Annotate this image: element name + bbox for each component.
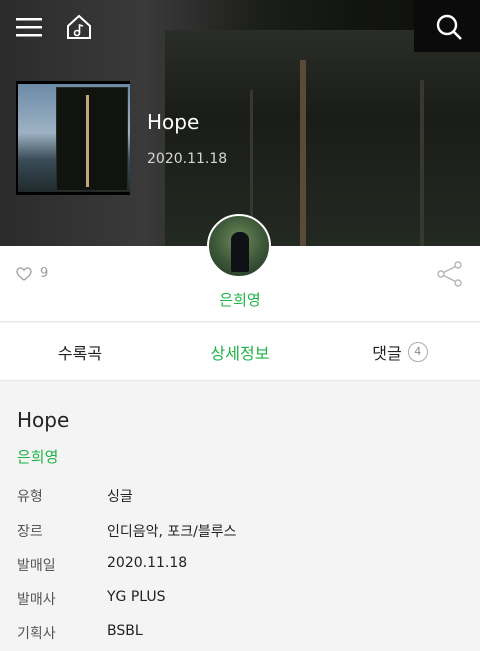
tab-comments-label: 댓글 <box>372 343 402 363</box>
detail-row-release-date: 발매일 2020.11.18 <box>17 555 187 575</box>
like-count: 9 <box>40 266 49 281</box>
tab-tracklist[interactable]: 수록곡 <box>0 323 160 380</box>
like-button[interactable]: 9 <box>16 266 48 281</box>
detail-value: YG PLUS <box>107 589 166 605</box>
detail-value: 2020.11.18 <box>107 555 188 571</box>
home-button[interactable] <box>64 12 94 42</box>
detail-row-publisher: 발매사 YG PLUS <box>17 589 166 609</box>
hamburger-menu-icon <box>16 18 42 37</box>
menu-button[interactable] <box>14 12 44 42</box>
album-cover-box <box>56 87 128 191</box>
tree-trunk-decoration <box>420 80 424 246</box>
comment-count-badge: 4 <box>407 341 428 362</box>
artist-name-link[interactable]: 은희영 <box>0 289 480 310</box>
detail-key: 발매사 <box>17 592 56 608</box>
detail-key: 장르 <box>17 524 43 540</box>
share-icon <box>437 261 462 287</box>
search-icon <box>436 14 462 40</box>
artist-avatar-figure <box>231 232 249 272</box>
detail-value: BSBL <box>107 623 143 639</box>
album-release-date: 2020.11.18 <box>147 151 228 167</box>
album-title: Hope <box>147 110 200 134</box>
album-hero: Hope 2020.11.18 <box>0 0 480 246</box>
album-cover[interactable] <box>16 81 130 195</box>
details-artist-link[interactable]: 은희영 <box>17 446 58 467</box>
tab-details-label: 상세정보 <box>210 343 270 363</box>
tree-trunk-decoration <box>300 60 306 246</box>
heart-icon <box>16 266 32 281</box>
detail-key: 기획사 <box>17 626 56 642</box>
search-button[interactable] <box>434 12 464 42</box>
detail-row-type: 유형 싱글 <box>17 486 133 506</box>
details-panel: Hope 은희영 유형 싱글 장르 인디음악, 포크/블루스 발매일 2020.… <box>0 382 480 651</box>
music-home-icon <box>67 14 91 39</box>
detail-value: 싱글 <box>107 489 133 505</box>
artist-avatar[interactable] <box>207 214 271 278</box>
detail-key: 발매일 <box>17 558 56 574</box>
hero-background-image <box>165 30 480 246</box>
album-cover-tree <box>86 95 89 187</box>
details-title: Hope <box>17 408 70 432</box>
detail-row-genre: 장르 인디음악, 포크/블루스 <box>17 521 237 541</box>
detail-value: 인디음악, 포크/블루스 <box>107 524 237 540</box>
share-button[interactable] <box>436 260 464 288</box>
tab-comments[interactable]: 댓글 4 <box>320 323 480 380</box>
detail-key: 유형 <box>17 489 43 505</box>
album-tabs: 수록곡 상세정보 댓글 4 <box>0 323 480 381</box>
tab-details[interactable]: 상세정보 <box>160 323 320 380</box>
detail-row-agency: 기획사 BSBL <box>17 623 143 643</box>
tab-tracklist-label: 수록곡 <box>57 343 103 363</box>
